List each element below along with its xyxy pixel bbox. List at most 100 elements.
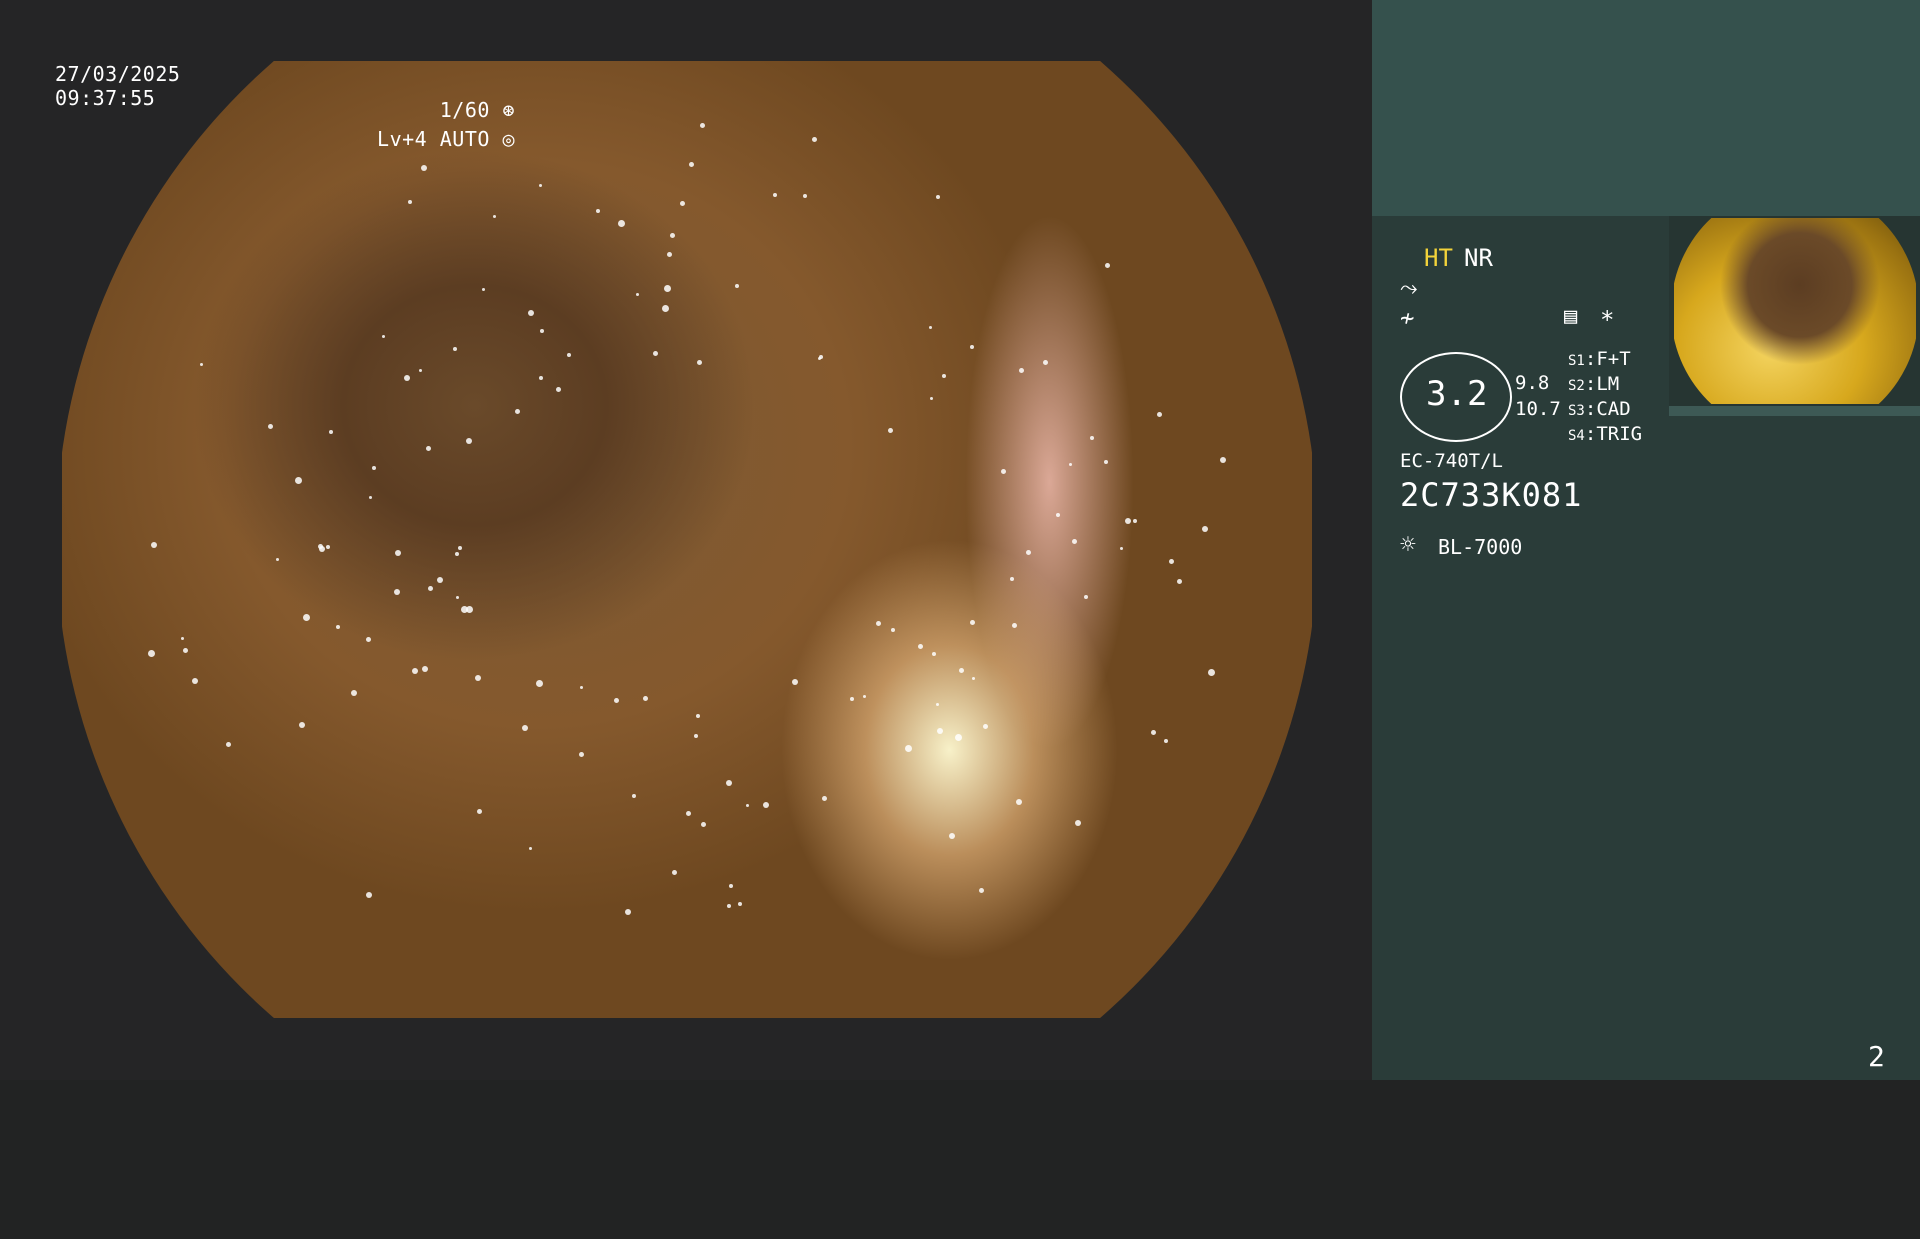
specular-highlight xyxy=(336,625,340,629)
switch-s1: S1:F+T xyxy=(1568,348,1631,370)
switch-label: LM xyxy=(1596,373,1620,395)
light-source-icon: ☼ xyxy=(1400,530,1416,560)
specular-highlight xyxy=(596,209,600,213)
specular-highlight xyxy=(1208,669,1215,676)
specular-highlight xyxy=(1105,263,1110,268)
switch-label: TRIG xyxy=(1596,423,1643,445)
specular-highlight xyxy=(522,725,528,731)
specular-highlight xyxy=(528,310,534,316)
specular-highlight xyxy=(727,904,731,908)
specular-highlight xyxy=(422,666,428,672)
specular-highlight xyxy=(329,430,333,434)
specular-highlight xyxy=(1075,820,1081,826)
specular-highlight xyxy=(482,288,485,291)
specular-highlight xyxy=(773,193,777,197)
specular-highlight xyxy=(1056,513,1060,517)
specular-highlight xyxy=(949,833,955,839)
switch-s3: S3:CAD xyxy=(1568,398,1631,420)
specular-highlight xyxy=(697,360,702,365)
specular-highlight xyxy=(1043,360,1048,365)
specular-highlight xyxy=(936,195,940,199)
specular-highlight xyxy=(394,589,400,595)
specular-highlight xyxy=(694,734,698,738)
specular-highlight xyxy=(959,668,964,673)
specular-highlight xyxy=(539,184,542,187)
specular-highlight xyxy=(812,137,817,142)
specular-highlight xyxy=(905,745,912,752)
switch-label: CAD xyxy=(1596,398,1631,420)
specular-highlight xyxy=(636,293,639,296)
specular-highlight xyxy=(412,668,418,674)
thumbnail-image xyxy=(1674,218,1916,404)
specular-highlight xyxy=(822,796,827,801)
specular-highlight xyxy=(366,892,372,898)
specular-highlight xyxy=(746,804,749,807)
specular-highlight xyxy=(700,123,705,128)
specular-highlight xyxy=(932,652,936,656)
zoom-sub-value: 10.7 xyxy=(1515,398,1561,420)
specular-highlight xyxy=(936,703,939,706)
switch-key: S2 xyxy=(1568,378,1585,394)
specular-highlight xyxy=(972,677,975,680)
specular-highlight xyxy=(763,802,769,808)
specular-highlight xyxy=(428,586,433,591)
specular-highlight xyxy=(738,902,742,906)
specular-highlight xyxy=(1012,623,1017,628)
specular-highlight xyxy=(580,686,583,689)
specular-highlight xyxy=(614,698,619,703)
switch-key: S1 xyxy=(1568,353,1585,369)
specular-highlight xyxy=(632,794,636,798)
specular-highlight xyxy=(408,200,412,204)
specular-highlight xyxy=(850,697,854,701)
specular-highlight xyxy=(662,305,669,312)
specular-highlight xyxy=(1084,595,1088,599)
specular-highlight xyxy=(539,376,543,380)
specular-highlight xyxy=(726,780,732,786)
specular-highlight xyxy=(276,558,279,561)
specular-highlight xyxy=(1202,526,1208,532)
specular-highlight xyxy=(1072,539,1077,544)
brightness-level: Lv+4 AUTO ◎ xyxy=(377,127,515,151)
switch-key: S4 xyxy=(1568,428,1585,444)
specular-highlight xyxy=(1177,579,1182,584)
scope-model: EC-740T/L xyxy=(1400,450,1503,472)
specular-highlight xyxy=(437,577,443,583)
specular-highlight xyxy=(395,550,401,556)
specular-highlight xyxy=(1125,518,1131,524)
capture-thumbnail[interactable] xyxy=(1669,216,1920,416)
specular-highlight xyxy=(419,369,422,372)
specular-highlight xyxy=(295,477,302,484)
specular-highlight xyxy=(536,680,543,687)
specular-highlight xyxy=(876,621,881,626)
specular-highlight xyxy=(930,397,933,400)
specular-highlight xyxy=(618,220,625,227)
specular-highlight xyxy=(729,884,733,888)
specular-highlight xyxy=(421,165,427,171)
specular-highlight xyxy=(625,909,631,915)
specular-highlight xyxy=(1220,457,1226,463)
endoscopic-image xyxy=(62,61,1312,1018)
specular-highlight xyxy=(680,201,685,206)
specular-highlight xyxy=(567,353,571,357)
specular-highlight xyxy=(466,438,472,444)
specular-highlight xyxy=(226,742,231,747)
specular-highlight xyxy=(493,215,496,218)
scope-serial: 2C733K081 xyxy=(1400,476,1583,514)
specular-highlight xyxy=(1164,739,1168,743)
specular-highlight xyxy=(1001,469,1006,474)
specular-highlight xyxy=(653,351,658,356)
specular-highlight xyxy=(1157,412,1162,417)
specular-highlight xyxy=(970,620,975,625)
shutter-text: 1/60 xyxy=(439,98,490,122)
specular-highlight xyxy=(366,637,371,642)
specular-highlight xyxy=(268,424,273,429)
specular-highlight xyxy=(1010,577,1014,581)
specular-highlight xyxy=(458,546,462,550)
specular-highlight xyxy=(1069,463,1072,466)
specular-highlight xyxy=(426,446,431,451)
specular-highlight xyxy=(701,822,706,827)
level-text: Lv+4 AUTO xyxy=(377,127,490,151)
specular-highlight xyxy=(515,409,520,414)
specular-highlight xyxy=(1169,559,1174,564)
specular-highlight xyxy=(664,285,671,292)
